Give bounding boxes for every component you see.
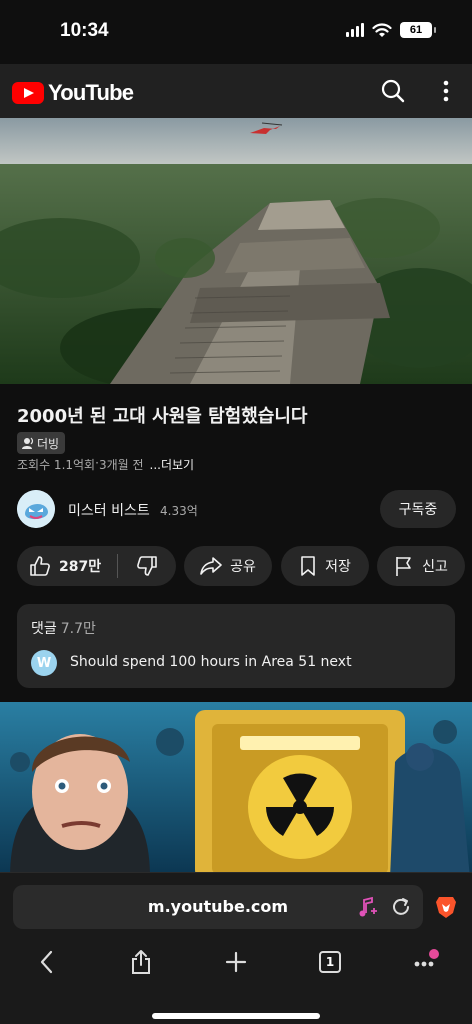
menu-dots-icon [414, 949, 439, 967]
app-header: YouTube [0, 64, 472, 118]
back-icon [40, 950, 53, 974]
brave-icon[interactable] [435, 895, 457, 919]
tabs-button[interactable]: 1 [315, 947, 345, 977]
save-label: 저장 [325, 559, 351, 575]
comments-header: 댓글 7.7만 [31, 618, 96, 638]
thumbs-down-icon [137, 556, 157, 576]
video-meta: 조회수 1.1억회 · 3개월 전 ...더보기 [17, 456, 194, 473]
comment-avatar: W [31, 650, 57, 676]
status-bar: 10:34 61 [0, 0, 472, 64]
signal-icon [346, 23, 364, 37]
back-button[interactable] [32, 947, 62, 977]
flag-icon [396, 557, 411, 576]
top-comment-text: Should spend 100 hours in Area 51 next [70, 654, 352, 670]
comments-card[interactable]: 댓글 7.7만 W Should spend 100 hours in Area … [17, 604, 455, 688]
subscriber-count: 4.33억 [160, 504, 198, 518]
temple-jungle-image [0, 118, 472, 384]
report-label: 신고 [422, 559, 448, 575]
dub-label: 더빙 [37, 436, 60, 451]
like-dislike-group: 287만 [17, 546, 176, 586]
more-link[interactable]: ...더보기 [150, 456, 195, 473]
browser-toolbar: 1 [0, 947, 472, 991]
youtube-play-icon [12, 82, 44, 104]
save-button[interactable]: 저장 [281, 546, 369, 586]
report-button[interactable]: 신고 [377, 546, 465, 586]
status-time: 10:34 [60, 20, 109, 41]
thumbs-up-icon [30, 556, 50, 576]
share-icon [200, 557, 222, 575]
comments-count: 7.7만 [60, 621, 96, 637]
tabs-icon: 1 [319, 951, 341, 973]
music-icon[interactable] [357, 896, 377, 918]
mrbeast-avatar-image [17, 490, 55, 528]
plus-icon [225, 951, 247, 973]
menu-button[interactable] [410, 947, 440, 977]
like-button[interactable]: 287만 [17, 546, 117, 586]
dub-icon [22, 437, 34, 449]
comments-label: 댓글 [31, 621, 57, 637]
address-bar[interactable]: m.youtube.com [13, 885, 423, 929]
vault-thumbnail-image [0, 702, 472, 878]
logo-text: YouTube [48, 80, 134, 105]
share-label: 공유 [230, 559, 256, 575]
video-title: 2000년 된 고대 사원을 탐험했습니다 [17, 406, 308, 427]
battery-indicator: 61 [400, 22, 436, 38]
view-count: 조회수 1.1억회 [17, 458, 96, 472]
share-page-button[interactable] [126, 947, 156, 977]
home-indicator [152, 1013, 320, 1019]
dislike-button[interactable] [118, 546, 176, 586]
channel-name[interactable]: 미스터 비스트 [68, 500, 150, 520]
like-count: 287만 [59, 559, 102, 575]
upload-age: 3개월 전 [98, 458, 144, 472]
subscribed-button[interactable]: 구독중 [380, 490, 456, 528]
browser-bottom-bar: m.youtube.com 1 [0, 872, 472, 1024]
new-tab-button[interactable] [221, 947, 251, 977]
bookmark-icon [301, 556, 315, 576]
status-icons: 61 [346, 22, 436, 38]
dub-badge: 더빙 [17, 432, 66, 454]
video-player[interactable] [0, 118, 472, 384]
search-icon[interactable] [380, 78, 406, 104]
next-video-thumbnail[interactable] [0, 702, 472, 878]
reload-icon[interactable] [390, 896, 412, 918]
youtube-logo[interactable]: YouTube [12, 80, 134, 106]
share-button[interactable]: 공유 [184, 546, 272, 586]
channel-avatar[interactable] [17, 490, 55, 528]
more-vert-icon[interactable] [436, 78, 456, 104]
wifi-icon [372, 23, 392, 37]
share-sheet-icon [132, 950, 150, 974]
